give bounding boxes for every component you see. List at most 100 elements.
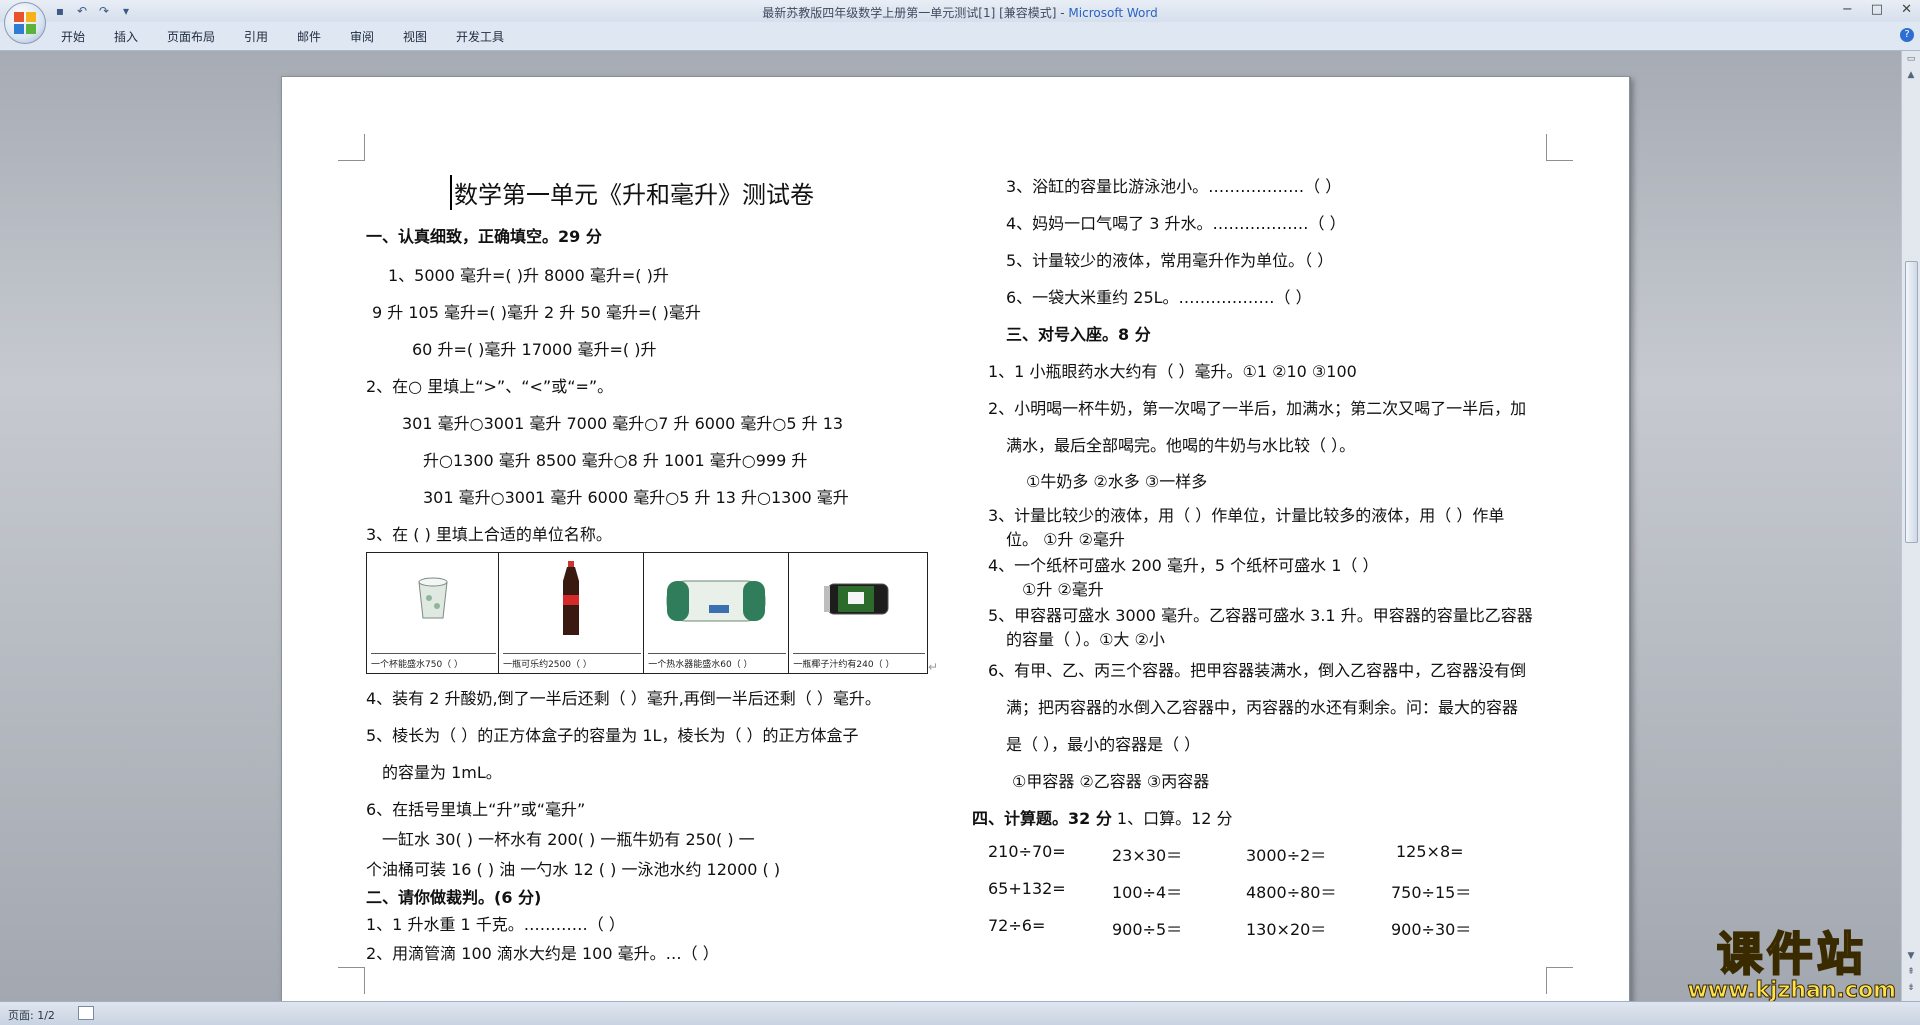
picture-caption: 一个杯能盛水750（ ） [371, 653, 497, 670]
tab-review[interactable]: 审阅 [350, 28, 374, 45]
choice-2-line1: 2、小明喝一杯牛奶，第一次喝了一半后，加满水；第二次又喝了一半后，加 [988, 399, 1527, 418]
margin-corner-bl [338, 967, 365, 994]
judge-5: 5、计量较少的液体，常用毫升作为单位。（ ） [1006, 251, 1334, 270]
cola-bottle-icon [499, 559, 643, 639]
margin-corner-tl [338, 134, 365, 161]
window-controls: − □ ✕ [1842, 2, 1912, 17]
calc-item: 23×30＝ [1112, 846, 1183, 865]
choice-6-line1: 6、有甲、乙、丙三个容器。把甲容器装满水，倒入乙容器中，乙容器没有倒 [988, 661, 1527, 680]
document-name: 最新苏教版四年级数学上册第一单元测试[1] [兼容模式] - [762, 6, 1069, 20]
q2-line1: 301 毫升○3001 毫升 7000 毫升○7 升 6000 毫升○5 升 1… [402, 414, 844, 433]
tab-insert[interactable]: 插入 [114, 28, 138, 45]
minimize-button[interactable]: − [1842, 2, 1853, 17]
judge-3: 3、浴缸的容量比游泳池小。………………（ ） [1006, 177, 1342, 196]
picture-cell: 一瓶椰子汁约有240（ ） [789, 553, 927, 673]
picture-caption: 一瓶可乐约2500（ ） [503, 653, 642, 670]
section4-title: 四、计算题。32 分 [972, 809, 1112, 828]
q1-line2: 9 升 105 毫升=( )毫升 2 升 50 毫升=( )毫升 [372, 303, 701, 322]
q6-prompt: 6、在括号里填上“升”或“毫升” [366, 800, 586, 819]
choice-4-line2: ①升 ②毫升 [1022, 580, 1104, 599]
section3-heading: 三、对号入座。8 分 [1006, 325, 1151, 344]
next-page-icon[interactable]: ⇟ [1905, 982, 1917, 994]
q2-line3: 301 毫升○3001 毫升 6000 毫升○5 升 13 升○1300 毫升 [423, 488, 849, 507]
calc-item: 4800÷80＝ [1246, 883, 1337, 902]
calc-item: 130×20＝ [1246, 920, 1327, 939]
picture-table: 一个杯能盛水750（ ） 一瓶可乐约2500（ ） 一个热水器能盛水60（ ） … [366, 552, 928, 674]
picture-cell: 一个杯能盛水750（ ） [367, 553, 500, 673]
close-button[interactable]: ✕ [1901, 2, 1912, 17]
tab-page-layout[interactable]: 页面布局 [167, 28, 215, 45]
paragraph-mark: ↵ [928, 660, 939, 674]
calc-item: 125×8= [1396, 842, 1464, 861]
choice-4-line1: 4、一个纸杯可盛水 200 毫升，5 个纸杯可盛水 1（ ） [988, 556, 1379, 575]
calc-item: 72÷6= [988, 916, 1046, 935]
doc-title: 数学第一单元《升和毫升》测试卷 [450, 175, 814, 210]
office-button[interactable] [4, 2, 46, 44]
q6-line1: 一缸水 30( ) 一杯水有 200( ) 一瓶牛奶有 250( ) 一 [382, 830, 755, 849]
choice-2-options: ①牛奶多 ②水多 ③一样多 [1026, 472, 1208, 491]
q5-line1: 5、棱长为（ ）的正方体盒子的容量为 1L，棱长为（ ）的正方体盒子 [366, 726, 859, 745]
prev-page-icon[interactable]: ⇞ [1905, 966, 1917, 978]
choice-2-line2: 满水，最后全部喝完。他喝的牛奶与水比较（ ）。 [1006, 436, 1356, 455]
q2-line2: 升○1300 毫升 8500 毫升○8 升 1001 毫升○999 升 [423, 451, 808, 470]
section2-heading: 二、请你做裁判。(6 分) [366, 888, 542, 907]
picture-caption: 一瓶椰子汁约有240（ ） [793, 653, 926, 670]
section1-heading: 一、认真细致，正确填空。29 分 [366, 227, 602, 246]
picture-cell: 一个热水器能盛水60（ ） [644, 553, 790, 673]
choice-5-line2: 的容量（ ）。①大 ②小 [1006, 630, 1165, 649]
ruler-toggle-icon[interactable]: ▭ [1905, 53, 1917, 65]
document-page[interactable]: 数学第一单元《升和毫升》测试卷 一、认真细致，正确填空。29 分 1、5000 … [281, 76, 1630, 1004]
tab-view[interactable]: 视图 [403, 28, 427, 45]
scroll-up-icon[interactable]: ▲ [1905, 69, 1917, 81]
calc-item: 900÷5＝ [1112, 920, 1183, 939]
tab-home[interactable]: 开始 [61, 28, 85, 45]
app-name: Microsoft Word [1068, 6, 1158, 20]
choice-1: 1、1 小瓶眼药水大约有（ ）毫升。①1 ②10 ③100 [988, 362, 1357, 381]
proofing-icon[interactable] [78, 1006, 94, 1020]
choice-6-line3: 是（ ），最小的容器是（ ） [1006, 735, 1201, 754]
title-bar: ▪ ↶ ↷ ▾ 最新苏教版四年级数学上册第一单元测试[1] [兼容模式] - M… [0, 0, 1920, 44]
cup-icon [367, 559, 498, 639]
vertical-scrollbar[interactable]: ▭ ▲ ▼ ⇞ ⇟ [1901, 51, 1920, 1002]
judge-4: 4、妈妈一口气喝了 3 升水。………………（ ） [1006, 214, 1346, 233]
calc-item: 100÷4＝ [1112, 883, 1183, 902]
q1-line3: 60 升=( )毫升 17000 毫升=( )升 [412, 340, 657, 359]
margin-corner-br [1546, 967, 1573, 994]
scroll-thumb[interactable] [1905, 261, 1918, 543]
section4-heading: 四、计算题。32 分 1、口算。12 分 [972, 805, 1233, 829]
tab-developer[interactable]: 开发工具 [456, 28, 504, 45]
choice-3-line2: 位。 ①升 ②毫升 [1006, 530, 1125, 549]
maximize-button[interactable]: □ [1871, 2, 1883, 17]
help-icon[interactable]: ? [1900, 28, 1914, 42]
q3-prompt: 3、在 ( ) 里填上合适的单位名称。 [366, 525, 612, 544]
choice-6-line2: 满；把丙容器的水倒入乙容器中，丙容器的水还有剩余。问：最大的容器 [1006, 698, 1519, 717]
section4-subtitle: 1、口算。12 分 [1111, 809, 1233, 828]
judge-6: 6、一袋大米重约 25L。………………（ ） [1006, 288, 1312, 307]
calc-item: 210÷70= [988, 842, 1066, 861]
scroll-down-icon[interactable]: ▼ [1905, 950, 1917, 962]
office-logo-icon [14, 12, 36, 34]
picture-cell: 一瓶可乐约2500（ ） [499, 553, 645, 673]
window-title: 最新苏教版四年级数学上册第一单元测试[1] [兼容模式] - Microsoft… [0, 4, 1920, 21]
calc-item: 3000÷2＝ [1246, 846, 1327, 865]
judge-1: 1、1 升水重 1 千克。…………（ ） [366, 915, 625, 934]
judge-2: 2、用滴管滴 100 滴水大约是 100 毫升。…（ ） [366, 944, 719, 963]
calc-item: 750÷15＝ [1391, 883, 1472, 902]
tab-mailings[interactable]: 邮件 [297, 28, 321, 45]
choice-5-line1: 5、甲容器可盛水 3000 毫升。乙容器可盛水 3.1 升。甲容器的容量比乙容器 [988, 606, 1533, 625]
choice-3-line1: 3、计量比较少的液体，用（ ）作单位，计量比较多的液体，用（ ）作单 [988, 506, 1505, 525]
site-watermark: 课件站 www.kjzhan.com [1687, 927, 1897, 1003]
calc-item: 900÷30＝ [1391, 920, 1472, 939]
q6-line2: 个油桶可装 16 ( ) 油 一勺水 12 ( ) 一泳池水约 12000 ( … [366, 860, 781, 879]
q2-prompt: 2、在○ 里填上“>”、“<”或“=”。 [366, 377, 614, 396]
page-counter[interactable]: 页面: 1/2 [8, 1007, 55, 1023]
q5-line2: 的容量为 1mL。 [382, 763, 502, 782]
margin-corner-tr [1546, 134, 1573, 161]
calc-item: 65+132= [988, 879, 1066, 898]
q1-line1: 1、5000 毫升=( )升 8000 毫升=( )升 [388, 266, 669, 285]
q4-text: 4、装有 2 升酸奶,倒了一半后还剩（ ）毫升,再倒一半后还剩（ ）毫升。 [366, 689, 881, 708]
tab-references[interactable]: 引用 [244, 28, 268, 45]
ribbon-tabs: 开始 插入 页面布局 引用 邮件 审阅 视图 开发工具 ? [0, 22, 1920, 51]
watermark-text: 课件站 [1716, 927, 1867, 981]
watermark-url: www.kjzhan.com [1687, 978, 1897, 1003]
